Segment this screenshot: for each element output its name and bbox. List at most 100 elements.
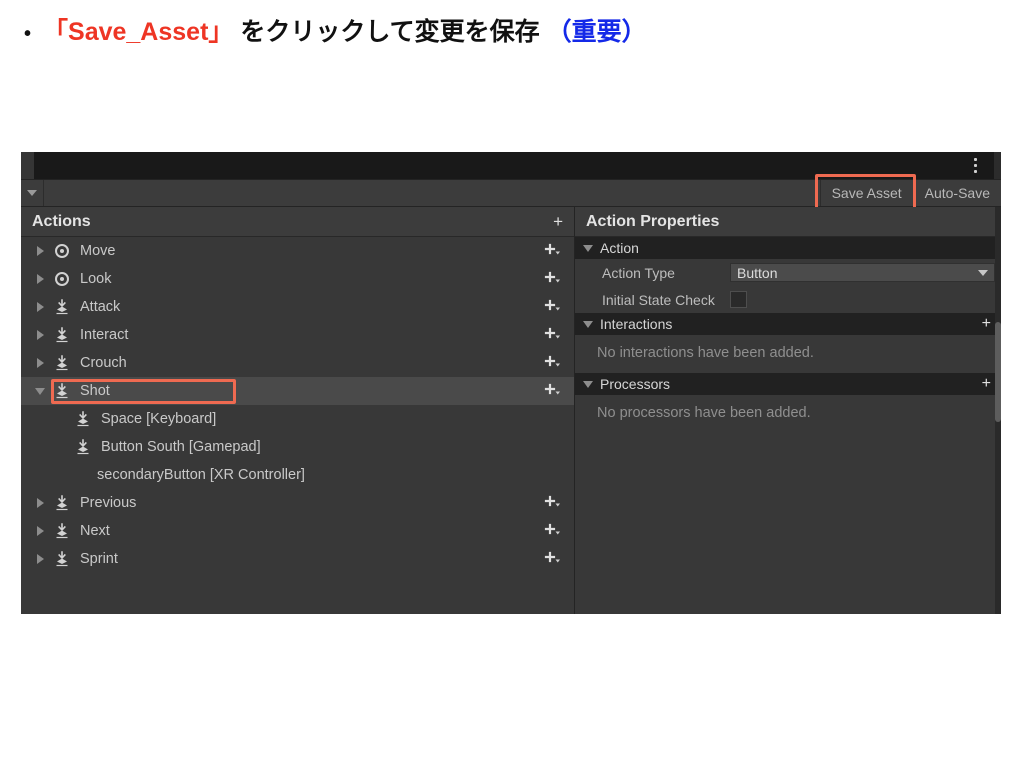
interactions-section-title: Interactions [600, 316, 673, 332]
action-row-label: Crouch [80, 355, 127, 371]
action-section-title: Action [600, 240, 639, 256]
initial-state-check-checkbox[interactable] [730, 291, 747, 308]
add-interaction-button[interactable]: + [982, 316, 991, 332]
action-row[interactable]: Move [21, 237, 574, 265]
tab-strip-right-edge [994, 152, 1001, 179]
action-row-label: secondaryButton [XR Controller] [97, 467, 305, 483]
selected-action-highlight-box [51, 379, 236, 404]
button-press-glyph [77, 411, 89, 427]
action-row[interactable]: Space [Keyboard] [21, 405, 574, 433]
button-press-icon [52, 355, 72, 371]
auto-save-toggle[interactable]: Auto-Save [912, 180, 1001, 206]
add-binding-button[interactable] [544, 270, 562, 289]
button-press-glyph [56, 551, 68, 567]
chevron-right-icon [36, 274, 44, 284]
action-row[interactable]: Next [21, 517, 574, 545]
vertical-scrollbar[interactable] [995, 207, 1001, 614]
save-asset-container: Save Asset [814, 174, 916, 211]
action-row[interactable]: Look [21, 265, 574, 293]
action-row-label: Space [Keyboard] [101, 411, 217, 427]
save-asset-button[interactable]: Save Asset [819, 180, 913, 206]
action-row[interactable]: Shot [21, 377, 574, 405]
ring-glyph [55, 244, 69, 258]
foldout-collapsed-icon[interactable] [32, 302, 48, 312]
action-type-label: Action Type [602, 264, 675, 281]
chevron-right-icon [36, 246, 44, 256]
action-type-dropdown[interactable]: Button [730, 263, 995, 282]
action-row-label: Attack [80, 299, 121, 315]
chevron-right-icon [36, 330, 44, 340]
action-row[interactable]: Button South [Gamepad] [21, 433, 574, 461]
button-press-icon [52, 523, 72, 539]
properties-pane-title: Action Properties [586, 212, 720, 230]
button-press-icon [52, 495, 72, 511]
kebab-dot [973, 170, 977, 173]
window-tab[interactable] [21, 152, 34, 179]
scrollbar-thumb[interactable] [995, 322, 1001, 422]
action-row-label: Previous [80, 495, 137, 511]
kebab-menu-icon[interactable] [966, 155, 984, 176]
add-binding-button[interactable] [544, 494, 562, 513]
foldout-expanded-icon[interactable] [32, 387, 48, 395]
add-binding-button[interactable] [544, 326, 562, 345]
window-tab-strip [21, 152, 1001, 180]
plus-dropdown-glyph [544, 271, 560, 282]
add-binding-button[interactable] [544, 298, 562, 317]
add-processor-button[interactable]: + [982, 376, 991, 392]
slide-bullet-line: • 「Save_Asset」 をクリックして変更を保存 （重要） [24, 16, 984, 50]
action-type-value: Button [737, 264, 778, 281]
add-binding-button[interactable] [544, 382, 562, 401]
plus-dropdown-glyph [544, 299, 560, 310]
processors-section-header[interactable]: Processors + [575, 373, 1001, 395]
foldout-collapsed-icon[interactable] [32, 246, 48, 256]
chevron-right-icon [36, 302, 44, 312]
chevron-right-icon [36, 526, 44, 536]
interactions-section-header[interactable]: Interactions + [575, 313, 1001, 335]
kebab-dot [973, 158, 977, 161]
plus-dropdown-glyph [544, 551, 560, 562]
button-press-glyph [77, 439, 89, 455]
button-press-icon [52, 299, 72, 315]
button-press-glyph [56, 495, 68, 511]
action-row[interactable]: Crouch [21, 349, 574, 377]
ring-glyph [55, 272, 69, 286]
button-press-glyph [56, 355, 68, 371]
button-press-glyph [56, 523, 68, 539]
foldout-collapsed-icon[interactable] [32, 498, 48, 508]
add-binding-button[interactable] [544, 522, 562, 541]
action-row[interactable]: Attack [21, 293, 574, 321]
foldout-collapsed-icon[interactable] [32, 526, 48, 536]
action-row[interactable]: Interact [21, 321, 574, 349]
foldout-collapsed-icon[interactable] [32, 274, 48, 284]
bullet-text: 「Save_Asset」 をクリックして変更を保存 （重要） [43, 16, 647, 50]
add-binding-button[interactable] [544, 550, 562, 569]
chevron-down-icon [978, 269, 988, 276]
button-press-icon [52, 327, 72, 343]
action-row[interactable]: Sprint [21, 545, 574, 573]
action-row[interactable]: Previous [21, 489, 574, 517]
button-press-icon [52, 383, 72, 399]
chevron-right-icon [36, 554, 44, 564]
plus-dropdown-glyph [544, 383, 560, 394]
chevron-down-icon [35, 387, 45, 395]
add-action-button[interactable]: + [553, 213, 563, 230]
chevron-down-icon [583, 320, 593, 328]
add-binding-button[interactable] [544, 354, 562, 373]
control-scheme-dropdown[interactable] [21, 180, 44, 206]
interactions-empty-text: No interactions have been added. [597, 345, 814, 361]
action-section-header[interactable]: Action [575, 237, 1001, 259]
plus-dropdown-glyph [544, 327, 560, 338]
action-row[interactable]: secondaryButton [XR Controller] [21, 461, 574, 489]
chevron-right-icon [36, 498, 44, 508]
bullet-marker: • [24, 23, 32, 45]
foldout-collapsed-icon[interactable] [32, 554, 48, 564]
add-binding-button[interactable] [544, 242, 562, 261]
plus-dropdown-glyph [544, 243, 560, 254]
initial-state-check-label: Initial State Check [602, 291, 715, 308]
foldout-collapsed-icon[interactable] [32, 358, 48, 368]
foldout-collapsed-icon[interactable] [32, 330, 48, 340]
chevron-down-icon [27, 190, 37, 196]
initial-state-check-row: Initial State Check [575, 286, 1001, 313]
actions-pane: Actions + Move Look Attack Interact Crouch Sh… [21, 207, 575, 614]
